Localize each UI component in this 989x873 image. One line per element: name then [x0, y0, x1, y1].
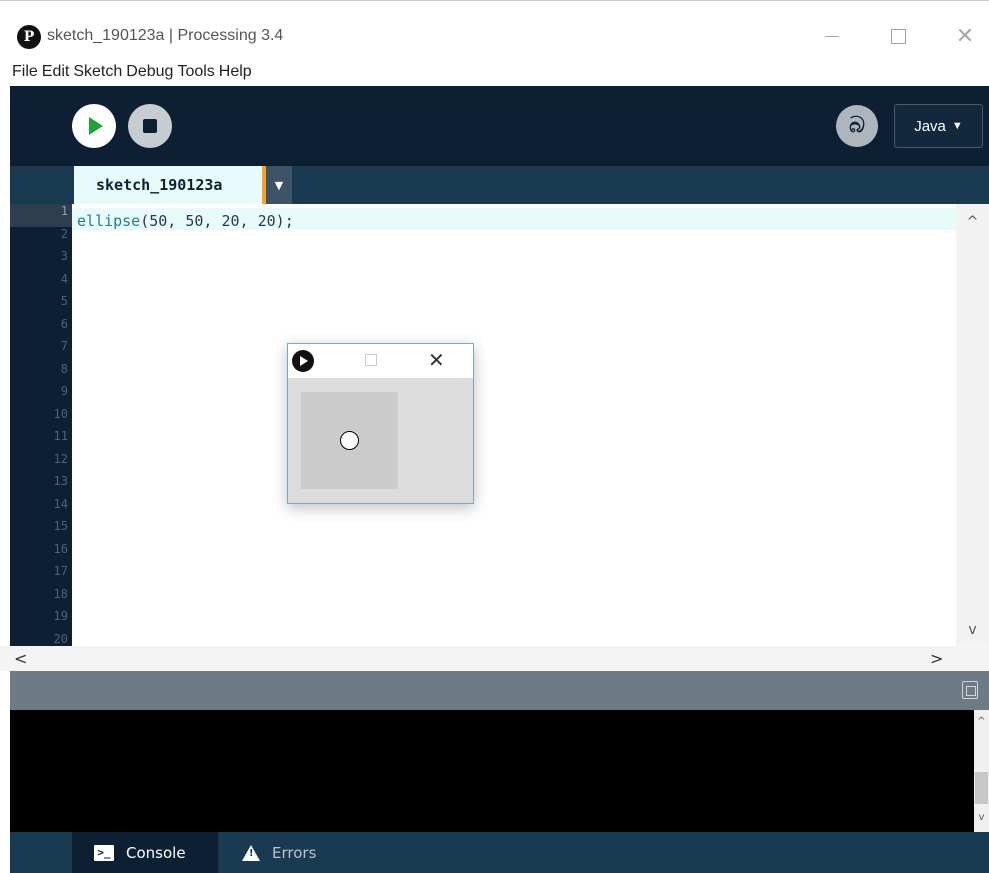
tab-bar: sketch_190123a ▼: [10, 166, 989, 204]
console-icon: >_: [94, 844, 114, 861]
copy-icon[interactable]: [962, 681, 978, 699]
menu-sketch[interactable]: Sketch: [73, 63, 122, 81]
scroll-left-icon[interactable]: <: [14, 649, 27, 668]
scroll-up-icon[interactable]: ^: [974, 716, 989, 727]
sketch-maximize-button[interactable]: [365, 354, 377, 366]
scroll-right-icon[interactable]: >: [930, 649, 943, 668]
sketch-output-window: ✕: [287, 343, 474, 504]
tab-sketch[interactable]: sketch_190123a: [74, 166, 266, 204]
line-number: 1: [10, 204, 72, 227]
errors-tab-label: Errors: [272, 843, 317, 862]
line-number: 14: [53, 496, 68, 511]
scroll-down-icon[interactable]: v: [974, 812, 989, 823]
console-tab-label: Console: [126, 843, 186, 862]
line-number: 5: [60, 294, 68, 308]
console-output[interactable]: ^ v: [10, 710, 989, 832]
mode-label: Java: [914, 117, 946, 135]
line-number-gutter: 1 2 3 4 5 6 7 8 9 10 11 12 13 14 15 16 17 18 19 20: [10, 204, 72, 646]
title-bar: P sketch_190123a | Processing 3.4 ✕: [0, 0, 989, 58]
line-number: 11: [53, 429, 68, 443]
horizontal-scrollbar[interactable]: < >: [0, 646, 989, 671]
toolbar: බ Java ▼: [10, 86, 989, 166]
line-number: 4: [60, 271, 68, 286]
tab-errors[interactable]: Errors: [232, 832, 372, 873]
console-scrollbar[interactable]: ^ v: [974, 710, 989, 832]
footer-tabs: >_ Console Errors: [10, 832, 989, 873]
line-number: 13: [53, 474, 68, 488]
line-number: 17: [53, 564, 68, 578]
menu-tools[interactable]: Tools: [177, 63, 214, 81]
code-function: ellipse: [77, 212, 141, 230]
tab-label: sketch_190123a: [96, 176, 223, 194]
chevron-down-icon: ▼: [951, 120, 963, 132]
line-number: 20: [53, 631, 68, 646]
scroll-up-icon[interactable]: ^: [956, 214, 989, 234]
menu-help[interactable]: Help: [219, 63, 252, 81]
close-button[interactable]: ✕: [945, 19, 985, 53]
line-number: 8: [60, 361, 68, 376]
ellipse-shape: [340, 431, 359, 450]
line-number: 6: [60, 316, 68, 331]
menu-debug[interactable]: Debug: [126, 63, 173, 81]
line-number: 2: [60, 226, 68, 241]
line-number: 3: [60, 249, 68, 263]
window-title: sketch_190123a | Processing 3.4: [47, 27, 284, 44]
debug-icon: බ: [849, 113, 865, 138]
menu-edit[interactable]: Edit: [42, 63, 70, 81]
minimize-button[interactable]: [812, 19, 852, 53]
code-line[interactable]: ellipse(50, 50, 20, 20);: [77, 212, 294, 230]
line-number: 12: [53, 451, 68, 466]
menu-file[interactable]: File: [12, 63, 38, 81]
warning-icon: [242, 844, 260, 861]
processing-logo-icon: P: [17, 25, 41, 49]
code-arguments: (50, 50, 20, 20);: [140, 212, 294, 230]
scroll-down-icon[interactable]: v: [956, 622, 989, 642]
line-number: 10: [53, 406, 68, 421]
line-number: 15: [53, 519, 68, 533]
run-button[interactable]: [72, 104, 116, 148]
tab-menu-button[interactable]: ▼: [266, 166, 292, 204]
line-number: 19: [53, 609, 68, 623]
menu-bar: File Edit Sketch Debug Tools Help: [0, 58, 989, 86]
code-area[interactable]: ellipse(50, 50, 20, 20);: [72, 204, 956, 646]
code-editor[interactable]: 1 2 3 4 5 6 7 8 9 10 11 12 13 14 15 16 17 18 19 20 ellipse(…: [10, 204, 989, 646]
line-number: 16: [53, 541, 68, 556]
line-number: 9: [60, 384, 68, 398]
sketch-canvas: [301, 392, 398, 489]
scroll-thumb[interactable]: [975, 772, 988, 804]
sketch-window-titlebar: ✕: [288, 344, 473, 378]
vertical-scrollbar[interactable]: ^ v: [956, 204, 989, 646]
debug-button[interactable]: බ: [836, 105, 878, 147]
processing-logo-icon: [292, 350, 314, 372]
chevron-down-icon: ▼: [274, 178, 284, 192]
sketch-close-button[interactable]: ✕: [428, 348, 445, 372]
status-bar: [10, 671, 989, 710]
mode-selector[interactable]: Java ▼: [894, 104, 983, 148]
line-number: 7: [60, 339, 68, 353]
tab-console[interactable]: >_ Console: [72, 832, 218, 873]
line-number: 18: [53, 586, 68, 601]
maximize-button[interactable]: [878, 19, 918, 53]
stop-button[interactable]: [128, 104, 172, 148]
